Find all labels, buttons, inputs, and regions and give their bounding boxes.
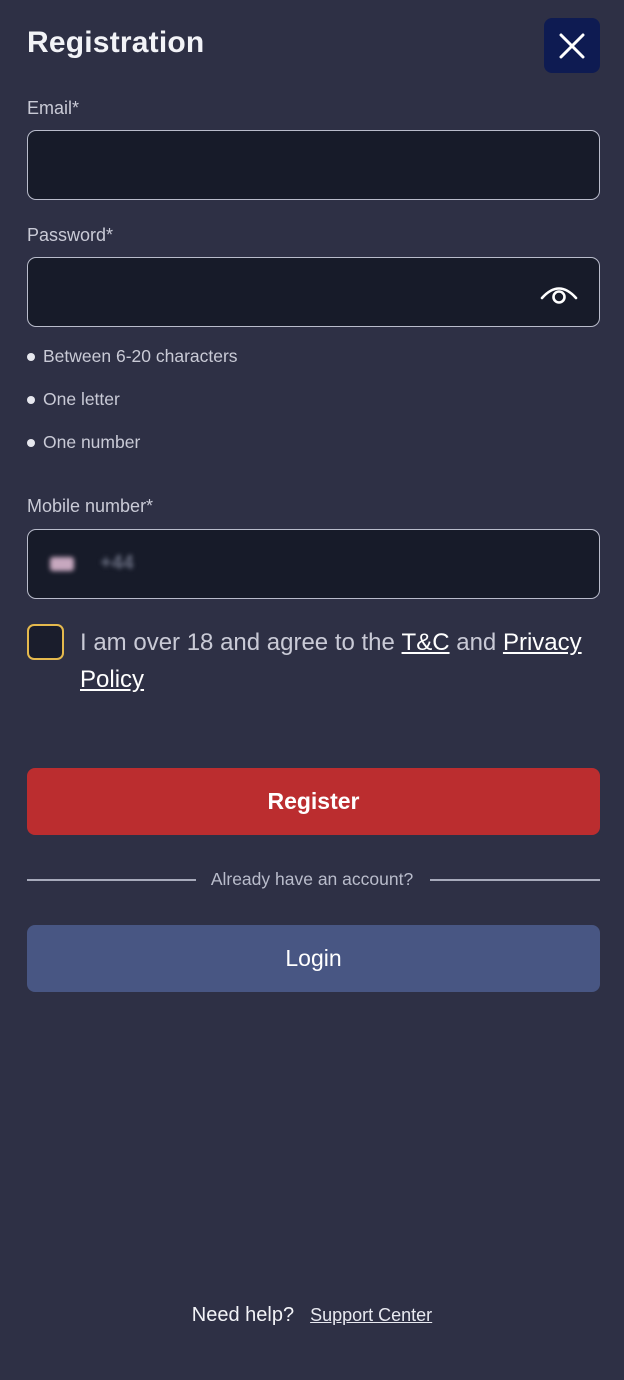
agreement-text: I am over 18 and agree to the T&C and Pr… <box>80 629 582 693</box>
close-button[interactable] <box>544 18 600 73</box>
password-requirement: One letter <box>27 389 120 410</box>
age-terms-checkbox[interactable] <box>27 624 64 660</box>
requirement-text: One number <box>43 432 141 452</box>
requirement-text: Between 6-20 characters <box>43 346 238 366</box>
support-center-link[interactable]: Support Center <box>310 1305 432 1326</box>
email-field-wrapper <box>27 130 600 200</box>
page-title: Registration <box>27 26 205 59</box>
password-label: Password* <box>27 225 114 245</box>
email-field[interactable] <box>28 131 599 199</box>
mobile-label: Mobile number* <box>27 496 154 516</box>
register-button[interactable]: Register <box>27 768 600 835</box>
requirement-text: One letter <box>43 389 120 409</box>
country-code: +44 <box>100 552 134 574</box>
divider-line-right <box>430 879 600 881</box>
password-field-wrapper <box>27 257 600 327</box>
registration-page: Registration Email* Password* Between 6-… <box>0 0 624 1380</box>
country-flag-icon[interactable] <box>50 557 74 571</box>
mobile-field-wrapper: +44 <box>27 529 600 599</box>
close-icon <box>559 33 585 58</box>
password-field[interactable] <box>28 258 599 326</box>
password-requirement: Between 6-20 characters <box>27 346 238 367</box>
password-requirement: One number <box>27 432 140 453</box>
email-label: Email* <box>27 98 80 118</box>
eye-icon[interactable] <box>539 278 579 308</box>
tc-link[interactable]: T&C <box>402 629 450 656</box>
bullet-icon <box>27 352 35 361</box>
bullet-icon <box>27 395 35 404</box>
help-text: Need help? <box>191 1304 295 1326</box>
login-button[interactable]: Login <box>27 925 600 992</box>
help-footer: Need help? Support Center <box>0 1304 624 1327</box>
bullet-icon <box>27 438 35 447</box>
